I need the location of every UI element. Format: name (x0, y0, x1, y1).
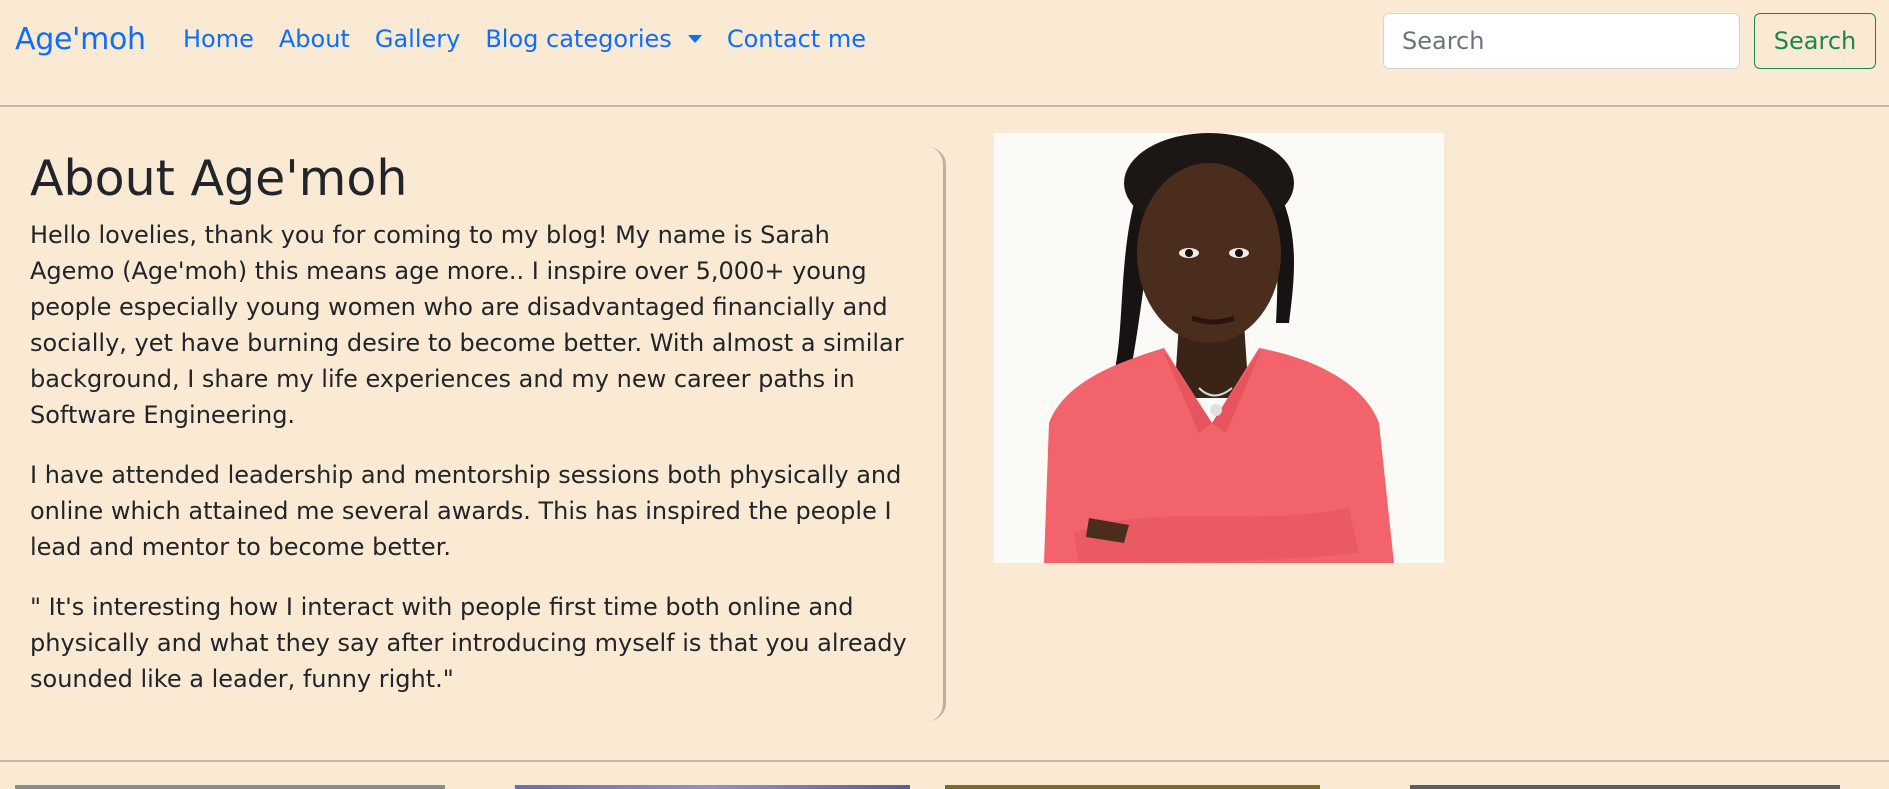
gallery-thumbnail[interactable] (945, 785, 1320, 789)
nav-links: Home About Gallery Blog categories Conta… (183, 25, 891, 53)
nav-about-link[interactable]: About (279, 25, 350, 53)
about-paragraph: I have attended leadership and mentorshi… (30, 461, 902, 561)
profile-photo (994, 133, 1444, 563)
gallery-thumbnail[interactable] (1410, 785, 1840, 789)
nav-blog-categories-dropdown[interactable]: Blog categories (485, 25, 702, 53)
gallery-divider (0, 760, 1889, 762)
brand-link[interactable]: Age'moh (15, 22, 146, 57)
about-card: About Age'moh Hello lovelies, thank you … (0, 147, 946, 721)
nav-home-link[interactable]: Home (183, 25, 254, 53)
about-title: About Age'moh (30, 150, 408, 207)
nav-gallery-link[interactable]: Gallery (375, 25, 460, 53)
navbar: Age'moh Home About Gallery Blog categori… (0, 0, 1889, 107)
gallery-thumbnail[interactable] (15, 785, 445, 789)
about-quote: " It's interesting how I interact with p… (30, 593, 907, 693)
profile-photo-illustration (994, 133, 1444, 563)
search-input[interactable] (1383, 13, 1740, 69)
about-paragraph: Hello lovelies, thank you for coming to … (30, 221, 904, 429)
gallery-thumbnail[interactable] (515, 785, 910, 789)
caret-down-icon (687, 35, 702, 43)
search-button[interactable]: Search (1754, 13, 1876, 69)
nav-contact-link[interactable]: Contact me (727, 25, 866, 53)
nav-blog-categories-label: Blog categories (485, 25, 672, 53)
